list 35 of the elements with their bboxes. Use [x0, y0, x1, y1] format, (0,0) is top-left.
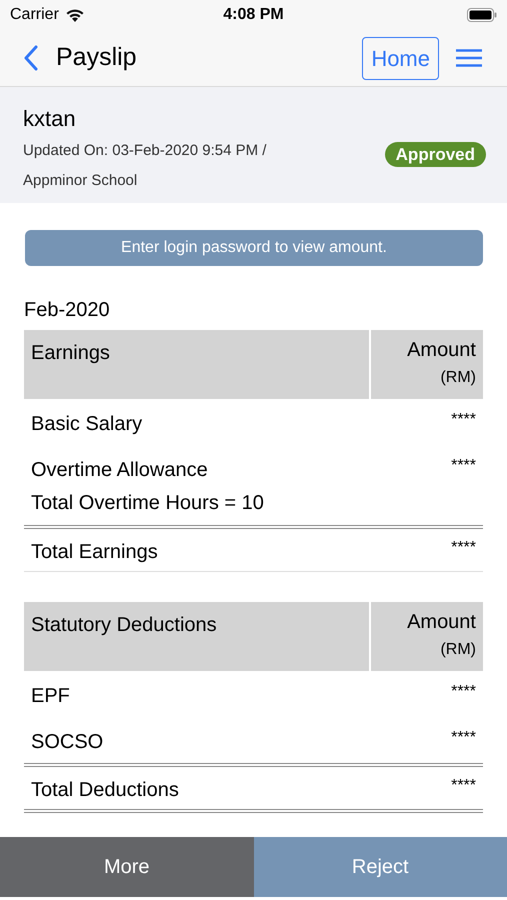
masked-amount: ****: [450, 458, 477, 474]
unit-label: (RM): [440, 640, 476, 660]
table-header-cell: Statutory Deductions: [24, 602, 369, 671]
overtime-hours-note: Total Overtime Hours = 10: [30, 491, 265, 515]
total-label: Total Deductions: [30, 778, 180, 802]
page-title: Payslip: [56, 42, 137, 74]
amount-header: Amount: [407, 338, 476, 362]
more-button[interactable]: More: [0, 837, 254, 897]
amount-header: Amount: [407, 610, 476, 634]
wifi-icon: [64, 8, 85, 22]
unit-label: (RM): [440, 368, 476, 388]
item-label: EPF: [30, 684, 71, 708]
home-button[interactable]: Home: [362, 36, 439, 80]
masked-amount: ****: [450, 778, 477, 794]
status-badge: Approved: [384, 142, 486, 167]
battery-icon: [467, 8, 497, 22]
period-label: Feb-2020: [24, 298, 111, 322]
masked-amount: ****: [450, 412, 477, 428]
table-header-cell: Earnings: [24, 330, 369, 399]
item-label: SOCSO: [30, 730, 104, 754]
menu-icon[interactable]: [455, 49, 483, 67]
password-button[interactable]: Enter login password to view amount.: [25, 230, 483, 266]
updated-text: Updated On: 03-Feb-2020 9:54 PM /: [23, 141, 266, 161]
total-label: Total Earnings: [30, 540, 159, 564]
carrier-label: Carrier: [10, 5, 59, 25]
reject-button[interactable]: Reject: [254, 837, 507, 897]
employee-name: kxtan: [23, 105, 77, 133]
clock-time: 4:08 PM: [223, 5, 284, 25]
masked-amount: ****: [450, 730, 477, 746]
masked-amount: ****: [450, 540, 477, 556]
masked-amount: ****: [450, 684, 477, 700]
item-label: Basic Salary: [30, 412, 144, 436]
back-icon[interactable]: [24, 45, 38, 71]
item-label: Overtime Allowance: [30, 458, 209, 482]
school-name: Appminor School: [23, 171, 138, 191]
